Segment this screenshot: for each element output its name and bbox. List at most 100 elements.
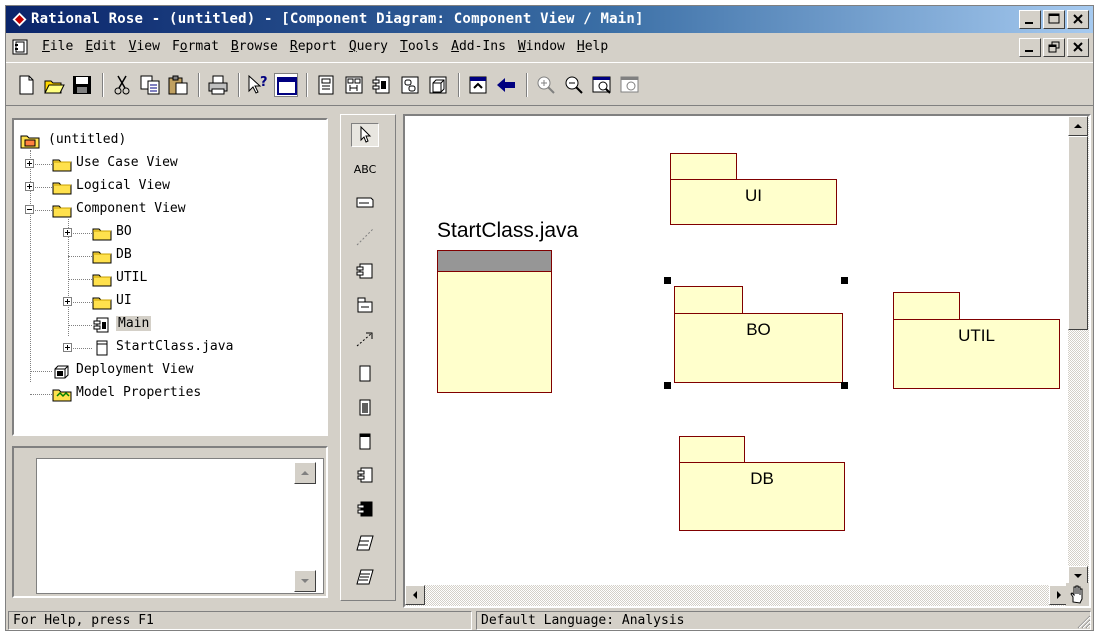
context-help-icon[interactable]: ? — [246, 73, 270, 97]
anchor-note-tool-icon[interactable] — [351, 225, 379, 249]
mdi-restore-button[interactable] — [1043, 38, 1065, 57]
menu-help[interactable]: Help — [571, 39, 614, 54]
selection-tool-icon[interactable] — [351, 123, 379, 147]
model-browser[interactable]: (untitled) Use Case View Logical View Compo… — [12, 118, 328, 436]
browse-component-diagram-icon[interactable] — [370, 73, 394, 97]
minimize-button[interactable] — [1019, 10, 1041, 29]
expand-expander[interactable] — [25, 159, 34, 168]
main-program-tool-icon[interactable] — [351, 429, 379, 453]
open-icon[interactable] — [42, 73, 66, 97]
cut-icon[interactable] — [110, 73, 134, 97]
zoom-out-icon[interactable] — [562, 73, 586, 97]
package-body-tool-icon[interactable] — [351, 497, 379, 521]
scroll-left-button[interactable] — [405, 585, 425, 605]
tree-item-util[interactable]: UTIL — [116, 270, 147, 285]
package-ui[interactable]: UI — [670, 153, 837, 225]
tree-item-component-view[interactable]: Component View — [76, 201, 186, 216]
tree-item-db[interactable]: DB — [116, 247, 132, 262]
browse-deployment-diagram-icon[interactable] — [426, 73, 450, 97]
note-tool-icon[interactable] — [351, 191, 379, 215]
doc-scroll-up-button[interactable] — [294, 462, 316, 484]
expand-expander[interactable] — [25, 182, 34, 191]
browse-previous-icon[interactable] — [494, 73, 518, 97]
tree-item-main[interactable]: Main — [116, 316, 152, 331]
zoom-in-icon[interactable] — [534, 73, 558, 97]
tree-item-ui[interactable]: UI — [116, 293, 132, 308]
menu-format[interactable]: Format — [166, 39, 225, 54]
browse-state-diagram-icon[interactable] — [398, 73, 422, 97]
menu-addins[interactable]: Add-Ins — [445, 39, 512, 54]
menu-edit[interactable]: Edit — [79, 39, 122, 54]
package-spec-tool-icon[interactable] — [351, 463, 379, 487]
expand-expander[interactable] — [63, 297, 72, 306]
save-icon[interactable] — [70, 73, 94, 97]
browse-interaction-diagram-icon[interactable] — [342, 73, 366, 97]
minimize-icon — [1025, 50, 1033, 52]
menu-report[interactable]: Report — [284, 39, 343, 54]
selection-handle[interactable] — [664, 277, 671, 284]
arrow-down-icon — [301, 579, 309, 583]
tree-root-label[interactable]: (untitled) — [48, 132, 126, 147]
pane-splitter[interactable] — [12, 438, 328, 444]
app-window: Rational Rose - (untitled) - [Component … — [5, 5, 1094, 631]
documentation-textarea[interactable] — [36, 458, 324, 594]
view-doc-icon[interactable] — [274, 73, 298, 97]
package-name: DB — [750, 469, 774, 488]
document-control-icon[interactable] — [12, 39, 28, 55]
expand-expander[interactable] — [63, 343, 72, 352]
close-icon — [1073, 14, 1083, 24]
print-icon[interactable] — [206, 73, 230, 97]
tree-item-use-case-view[interactable]: Use Case View — [76, 155, 178, 170]
package-bo[interactable]: BO — [674, 286, 843, 383]
browse-parent-icon[interactable] — [466, 73, 490, 97]
subprogram-body-tool-icon[interactable] — [351, 395, 379, 419]
scroll-thumb[interactable] — [1068, 136, 1088, 330]
diagram-canvas[interactable]: UI StartClass.java BO UTIL DB — [403, 114, 1091, 608]
package-util[interactable]: UTIL — [893, 292, 1060, 389]
hand-tool-corner[interactable] — [1066, 583, 1089, 606]
dependency-tool-icon[interactable] — [351, 327, 379, 351]
mdi-minimize-button[interactable] — [1019, 38, 1041, 57]
subprogram-spec-tool-icon[interactable] — [351, 361, 379, 385]
menu-view[interactable]: View — [123, 39, 166, 54]
undo-fit-icon[interactable] — [618, 73, 642, 97]
selection-handle[interactable] — [664, 382, 671, 389]
canvas-horizontal-scrollbar[interactable] — [405, 585, 1069, 606]
package-tool-icon[interactable] — [351, 293, 379, 317]
menu-browse[interactable]: Browse — [225, 39, 284, 54]
scroll-up-button[interactable] — [1068, 116, 1088, 136]
task-spec-tool-icon[interactable] — [351, 531, 379, 555]
browse-class-diagram-icon[interactable] — [314, 73, 338, 97]
tree-item-deployment-view[interactable]: Deployment View — [76, 362, 193, 377]
tree-item-model-properties[interactable]: Model Properties — [76, 385, 201, 400]
menu-window[interactable]: Window — [512, 39, 571, 54]
tree-item-startclass-java[interactable]: StartClass.java — [116, 339, 233, 354]
selection-handle[interactable] — [841, 382, 848, 389]
selection-handle[interactable] — [841, 277, 848, 284]
maximize-button[interactable] — [1043, 10, 1065, 29]
close-button[interactable] — [1067, 10, 1089, 29]
text-tool-icon[interactable]: ABC — [351, 157, 379, 181]
expand-expander[interactable] — [63, 228, 72, 237]
deployment-view-icon — [54, 365, 69, 379]
resize-grip-icon[interactable] — [1077, 615, 1091, 629]
collapse-expander[interactable] — [25, 205, 34, 214]
component-startclass-java[interactable] — [437, 250, 552, 393]
doc-scroll-down-button[interactable] — [294, 570, 316, 592]
title-bar[interactable]: Rational Rose - (untitled) - [Component … — [6, 6, 1093, 33]
menu-file[interactable]: File — [36, 39, 79, 54]
package-db[interactable]: DB — [679, 436, 845, 531]
component-tool-icon[interactable] — [351, 259, 379, 283]
menu-query[interactable]: Query — [343, 39, 394, 54]
tree-item-logical-view[interactable]: Logical View — [76, 178, 170, 193]
task-body-tool-icon[interactable] — [351, 565, 379, 589]
tree-item-bo[interactable]: BO — [116, 224, 132, 239]
new-icon[interactable] — [14, 73, 38, 97]
canvas-vertical-scrollbar[interactable] — [1068, 116, 1089, 586]
copy-icon[interactable] — [138, 73, 162, 97]
package-folder-icon — [92, 297, 112, 310]
menu-tools[interactable]: Tools — [394, 39, 445, 54]
fit-in-window-icon[interactable] — [590, 73, 614, 97]
mdi-close-button[interactable] — [1067, 38, 1089, 57]
paste-icon[interactable] — [166, 73, 190, 97]
